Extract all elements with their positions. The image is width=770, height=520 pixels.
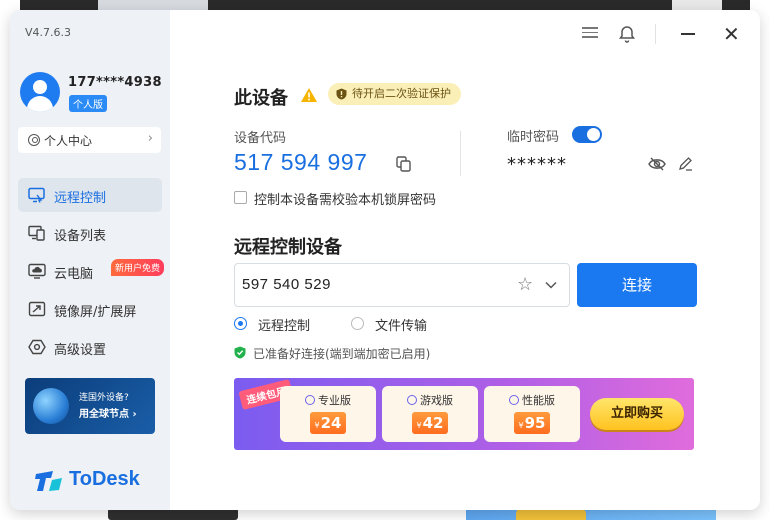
checkbox[interactable]	[234, 191, 247, 204]
cloud-pc-icon	[28, 263, 46, 279]
mode-label: 文件传输	[375, 319, 428, 334]
warning-icon	[301, 88, 317, 102]
lock-screen-password-label: 控制本设备需校验本机锁屏密码	[254, 193, 437, 208]
section-divider	[460, 131, 461, 176]
favorite-star-icon[interactable]: ☆	[517, 276, 533, 294]
settings-icon	[28, 339, 46, 355]
plan-card-game[interactable]: 游戏版 ¥42	[382, 386, 478, 442]
sidebar-item-label: 设备列表	[54, 229, 107, 244]
remote-device-id-input[interactable]: 597 540 529 ☆	[234, 263, 570, 307]
remote-device-id-value: 597 540 529	[242, 276, 331, 293]
chevron-right-icon: ›	[147, 131, 153, 146]
global-node-promo[interactable]: 连国外设备? 用全球节点 ›	[25, 378, 155, 434]
plan-card-performance[interactable]: 性能版 ¥95	[484, 386, 580, 442]
minimize-button[interactable]	[681, 33, 695, 35]
avatar-body	[27, 96, 53, 112]
performance-plan-icon	[509, 395, 519, 405]
edit-icon[interactable]	[678, 156, 693, 171]
user-phone: 177****4938	[68, 75, 162, 90]
promo-line-2: 用全球节点 ›	[79, 409, 137, 420]
remote-control-title: 远程控制设备	[234, 237, 342, 258]
pro-plan-icon	[305, 395, 315, 405]
personal-center-button[interactable]: 个人中心 ›	[18, 127, 161, 153]
personal-center-label: 个人中心	[44, 134, 93, 148]
plan-price: ¥95	[514, 412, 550, 434]
close-button[interactable]: ✕	[723, 24, 740, 44]
sidebar-item-device-list[interactable]: 设备列表	[18, 216, 162, 250]
sidebar-item-mirror-screen[interactable]: 镜像屏/扩展屏	[18, 292, 162, 326]
globe-icon	[33, 388, 69, 424]
plan-badge: 个人版	[69, 95, 107, 112]
sidebar-item-label: 远程控制	[54, 191, 107, 206]
mirror-screen-icon	[28, 301, 46, 317]
temp-password-toggle[interactable]	[572, 126, 602, 143]
sidebar-item-label: 镜像屏/扩展屏	[54, 305, 137, 320]
todesk-logo-icon	[35, 471, 62, 491]
notification-bell-icon[interactable]	[617, 24, 637, 44]
version-label: V4.7.6.3	[25, 26, 72, 39]
sidebar-item-advanced-settings[interactable]: 高级设置	[18, 330, 162, 364]
shield-icon	[336, 88, 347, 100]
avatar-head	[33, 80, 47, 94]
copy-icon[interactable]	[396, 156, 411, 172]
promo-line-1: 连国外设备?	[79, 393, 129, 403]
plan-price: ¥24	[310, 412, 346, 434]
mode-label: 远程控制	[258, 319, 311, 334]
device-code-value: 517 594 997	[234, 149, 368, 175]
sidebar-item-label: 高级设置	[54, 343, 107, 358]
chevron-down-icon[interactable]	[545, 279, 557, 291]
connection-status-text: 已准备好连接(端到端加密已启用)	[253, 347, 431, 361]
menu-icon[interactable]	[580, 24, 600, 44]
todesk-window: V4.7.6.3 177****4938 个人版 个人中心 › 远程控制 设备列…	[10, 10, 760, 510]
connect-button[interactable]: 连接	[577, 263, 697, 307]
brand-name: ToDesk	[69, 468, 140, 490]
buy-now-button[interactable]: 立即购买	[590, 398, 684, 430]
radio-dot[interactable]	[351, 317, 364, 330]
sidebar-item-remote-control[interactable]: 远程控制	[18, 178, 162, 212]
user-icon	[28, 134, 40, 146]
subscription-banner[interactable]: 连续包月 专业版 ¥24 游戏版 ¥42 性能版 ¥95 立即购买	[234, 378, 694, 450]
new-user-free-badge: 新用户免费	[111, 259, 165, 276]
plan-price: ¥42	[412, 412, 448, 434]
game-plan-icon	[407, 395, 417, 405]
titlebar-divider	[655, 24, 656, 44]
avatar[interactable]	[20, 72, 60, 112]
sidebar: V4.7.6.3 177****4938 个人版 个人中心 › 远程控制 设备列…	[10, 10, 170, 510]
temp-password-label: 临时密码	[507, 130, 560, 145]
plan-name: 游戏版	[382, 392, 478, 408]
remote-control-icon	[28, 187, 45, 203]
plan-name: 专业版	[280, 392, 376, 408]
plan-name: 性能版	[484, 392, 580, 408]
device-code-label: 设备代码	[234, 131, 287, 146]
enable-2fa-prompt[interactable]: 待开启二次验证保护	[328, 83, 461, 105]
this-device-title: 此设备	[234, 88, 288, 109]
eye-hidden-icon[interactable]	[648, 157, 666, 171]
plan-card-pro[interactable]: 专业版 ¥24	[280, 386, 376, 442]
temp-password-value: ******	[507, 154, 567, 175]
enable-2fa-label: 待开启二次验证保护	[352, 87, 451, 100]
device-list-icon	[28, 225, 45, 241]
shield-check-icon	[234, 346, 246, 359]
radio-dot[interactable]	[234, 317, 247, 330]
sidebar-item-label: 云电脑	[54, 267, 94, 282]
